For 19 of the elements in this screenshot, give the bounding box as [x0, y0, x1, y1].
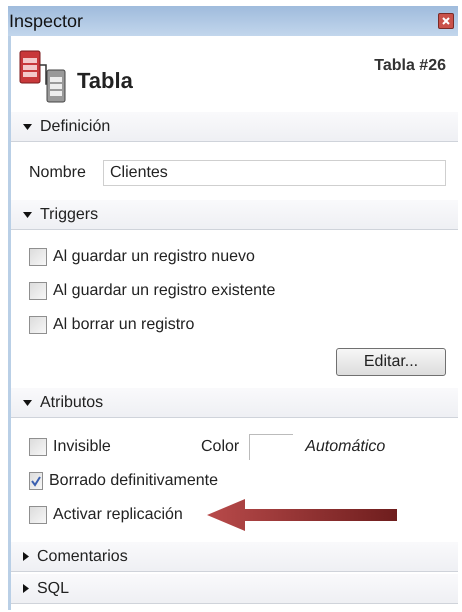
section-header[interactable]: Definición	[11, 112, 458, 142]
color-label: Color	[201, 437, 240, 457]
checkbox-label: Al guardar un registro existente	[53, 281, 276, 301]
field-label: Nombre	[29, 163, 87, 183]
checkbox-label: Al borrar un registro	[53, 315, 194, 335]
checkbox-label: Borrado definitivamente	[49, 471, 218, 491]
color-value: Automático	[305, 437, 386, 457]
window-title: Inspector	[8, 10, 84, 33]
name-field[interactable]: Clientes	[103, 160, 446, 186]
section-header[interactable]: Comentarios	[11, 542, 458, 572]
section-header[interactable]: Triggers	[11, 200, 458, 230]
panel-title: Tabla	[77, 67, 133, 95]
checkbox-label: Activar replicación	[53, 505, 183, 525]
section-header[interactable]: SQL	[11, 574, 458, 604]
edit-button[interactable]: Editar...	[336, 348, 446, 376]
section-header[interactable]: Atributos	[11, 388, 458, 418]
table-number: Tabla #26	[374, 56, 446, 76]
checkbox-label: Invisible	[53, 437, 111, 457]
checkbox-label: Al guardar un registro nuevo	[53, 247, 255, 267]
